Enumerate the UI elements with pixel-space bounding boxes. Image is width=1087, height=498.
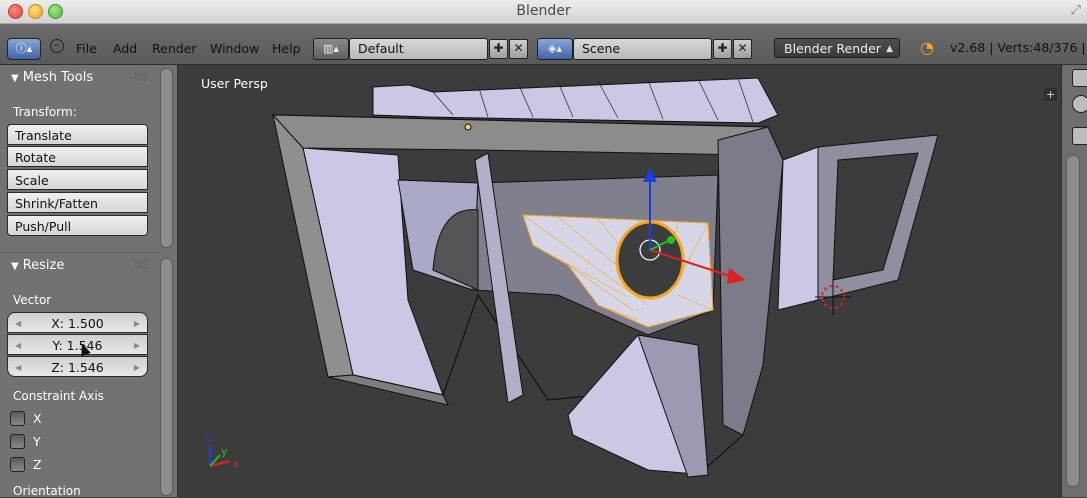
render-engine-select[interactable]: Blender Render ▲ xyxy=(774,38,900,58)
increment-icon[interactable]: ▶ xyxy=(134,357,140,378)
delete-scene-icon[interactable]: ✕ xyxy=(733,39,752,59)
shrink-fatten-button[interactable]: Shrink/Fatten xyxy=(7,192,148,213)
triangle-down-icon: ▼ xyxy=(11,73,19,84)
constraint-axis-label: Constraint Axis xyxy=(13,389,104,403)
constraint-y-label: Y xyxy=(33,434,41,449)
panel-divider xyxy=(0,252,160,253)
fullscreen-icon[interactable]: ⤢ xyxy=(1071,3,1081,18)
vector-z-value: Z: 1.546 xyxy=(51,360,104,375)
vector-label: Vector xyxy=(13,293,52,307)
menu-add[interactable]: Add xyxy=(113,41,137,56)
3d-viewport[interactable]: z y x User Persp + xyxy=(178,65,1060,497)
panel-grip-icon[interactable] xyxy=(134,71,148,81)
vector-z-field[interactable]: ◀ Z: 1.546 ▶ xyxy=(7,356,148,377)
scene-name: Scene xyxy=(582,41,621,56)
chevron-updown-icon: ▲ xyxy=(886,44,893,54)
properties-strip xyxy=(1061,65,1087,497)
orientation-label: Orientation xyxy=(13,484,81,498)
close-icon[interactable]: ✕ xyxy=(509,39,528,59)
increment-icon[interactable]: ▶ xyxy=(134,335,140,356)
view-icon[interactable] xyxy=(1072,95,1087,113)
info-header: ⓘ▴ − File Add Render Window Help ▥▴ Defa… xyxy=(0,24,1087,65)
mesh-tools-scrollbar[interactable] xyxy=(160,68,173,248)
decrement-icon[interactable]: ◀ xyxy=(15,335,21,356)
properties-toggle-icon[interactable]: + xyxy=(1044,88,1057,101)
transform-label: Transform: xyxy=(13,105,77,119)
screen-layout-icon[interactable]: ▥▴ xyxy=(313,38,349,60)
decrement-icon[interactable]: ◀ xyxy=(15,313,21,334)
increment-icon[interactable]: ▶ xyxy=(134,313,140,334)
properties-scrollbar[interactable] xyxy=(1066,155,1080,487)
manipulator-z-arrow xyxy=(643,168,657,182)
constraint-x-label: X xyxy=(33,411,42,426)
vector-x-value: X: 1.500 xyxy=(51,316,104,331)
manipulator-y-handle xyxy=(667,236,675,244)
layout-name: Default xyxy=(358,41,404,56)
translate-button[interactable]: Translate xyxy=(7,124,148,145)
scene-field[interactable]: Scene xyxy=(573,38,712,60)
properties-icon[interactable] xyxy=(1072,127,1087,145)
decrement-icon[interactable]: ◀ xyxy=(15,357,21,378)
layout-field[interactable]: Default xyxy=(349,38,488,60)
constraint-z-checkbox[interactable] xyxy=(10,457,25,472)
resize-title: Resize xyxy=(22,258,65,273)
mesh-scene: z y x xyxy=(206,77,939,478)
render-engine-label: Blender Render xyxy=(784,41,881,56)
roof-strip xyxy=(372,77,779,124)
axis-widget-x-label: x xyxy=(233,459,239,470)
right-connector xyxy=(777,146,819,311)
menu-help[interactable]: Help xyxy=(272,41,301,56)
add-icon[interactable]: ✚ xyxy=(489,39,508,59)
axis-widget-y-label: y xyxy=(221,445,228,458)
outliner-icon[interactable] xyxy=(1072,69,1087,87)
resize-scrollbar[interactable] xyxy=(160,258,173,496)
tool-shelf: ▼ Mesh Tools Transform: Translate Rotate … xyxy=(0,65,178,498)
mesh-tools-title: Mesh Tools xyxy=(22,70,94,85)
menu-render[interactable]: Render xyxy=(152,41,197,56)
scene-stats: v2.68 | Verts:48/376 | E xyxy=(950,40,1087,55)
panel-grip-icon[interactable] xyxy=(134,259,148,269)
constraint-z-label: Z xyxy=(33,457,42,472)
axis-widget-z-label: z xyxy=(206,433,211,444)
window-title: Blender xyxy=(516,3,571,19)
constraint-y-checkbox[interactable] xyxy=(10,434,25,449)
push-pull-button[interactable]: Push/Pull xyxy=(7,215,148,236)
rotate-button[interactable]: Rotate xyxy=(7,146,148,167)
menu-file[interactable]: File xyxy=(76,41,97,56)
scene-icon[interactable]: ◈▴ xyxy=(537,38,573,60)
collapse-icon[interactable]: − xyxy=(50,39,64,53)
window-titlebar: Blender ⤢ xyxy=(0,0,1087,24)
vector-x-field[interactable]: ◀ X: 1.500 ▶ xyxy=(7,312,148,333)
viewport-label: User Persp xyxy=(201,76,268,91)
add-scene-icon[interactable]: ✚ xyxy=(713,39,732,59)
info-editor-icon[interactable]: ⓘ▴ xyxy=(7,38,41,60)
constraint-x-checkbox[interactable] xyxy=(10,411,25,426)
triangle-down-icon: ▼ xyxy=(11,261,19,272)
blender-logo-icon: ◔ xyxy=(920,38,934,57)
object-origin xyxy=(464,123,472,131)
menu-window[interactable]: Window xyxy=(210,41,259,56)
scale-button[interactable]: Scale xyxy=(7,169,148,190)
